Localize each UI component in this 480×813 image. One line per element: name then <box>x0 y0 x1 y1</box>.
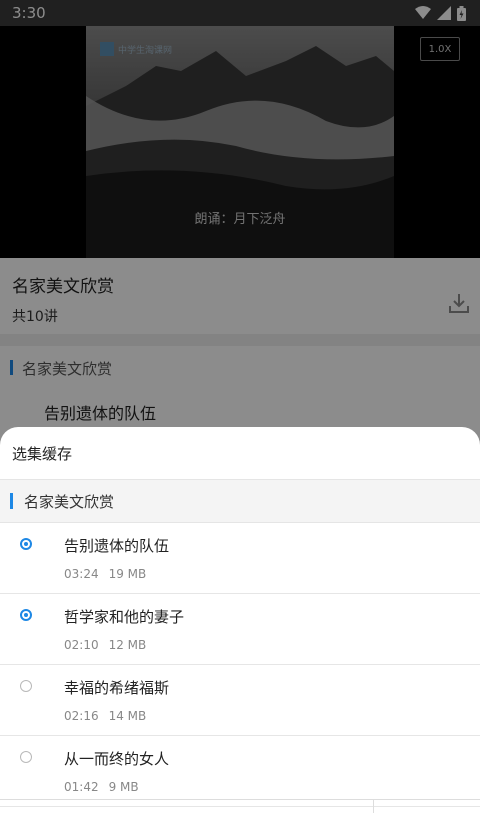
episode-duration: 03:24 <box>64 567 99 581</box>
footer-divider <box>373 800 374 813</box>
episode-duration: 02:16 <box>64 709 99 723</box>
sheet-section-header: 名家美文欣赏 <box>0 480 480 523</box>
section-accent-bar <box>10 493 13 509</box>
episode-duration: 02:10 <box>64 638 99 652</box>
episode-size: 14 MB <box>108 709 147 723</box>
episode-name: 哲学家和他的妻子 <box>64 608 185 626</box>
episode-radio[interactable] <box>20 538 32 550</box>
episode-duration: 01:42 <box>64 780 99 794</box>
episode-meta: 02:10 12 MB <box>64 638 146 652</box>
episode-size: 9 MB <box>108 780 139 794</box>
episode-radio[interactable] <box>20 609 32 621</box>
episode-radio[interactable] <box>20 751 32 763</box>
episode-radio[interactable] <box>20 680 32 692</box>
episode-row[interactable]: 从一而终的女人 01:42 9 MB <box>0 736 480 807</box>
episode-meta: 02:16 14 MB <box>64 709 146 723</box>
episode-row[interactable]: 哲学家和他的妻子 02:10 12 MB <box>0 594 480 665</box>
sheet-section-label: 名家美文欣赏 <box>24 493 115 511</box>
episode-name: 幸福的希绪福斯 <box>64 679 170 697</box>
episode-name: 告别遗体的队伍 <box>64 537 170 555</box>
episode-name: 从一而终的女人 <box>64 750 170 768</box>
download-selection-sheet: 选集缓存 名家美文欣赏 告别遗体的队伍 03:24 19 MB 哲学家和他的妻子 … <box>0 427 480 813</box>
episode-row[interactable]: 告别遗体的队伍 03:24 19 MB <box>0 523 480 594</box>
episode-size: 12 MB <box>108 638 147 652</box>
episode-row[interactable]: 幸福的希绪福斯 02:16 14 MB <box>0 665 480 736</box>
episode-meta: 03:24 19 MB <box>64 567 146 581</box>
episode-size: 19 MB <box>108 567 147 581</box>
episode-meta: 01:42 9 MB <box>64 780 139 794</box>
sheet-title: 选集缓存 <box>0 427 480 480</box>
sheet-footer <box>0 799 480 813</box>
